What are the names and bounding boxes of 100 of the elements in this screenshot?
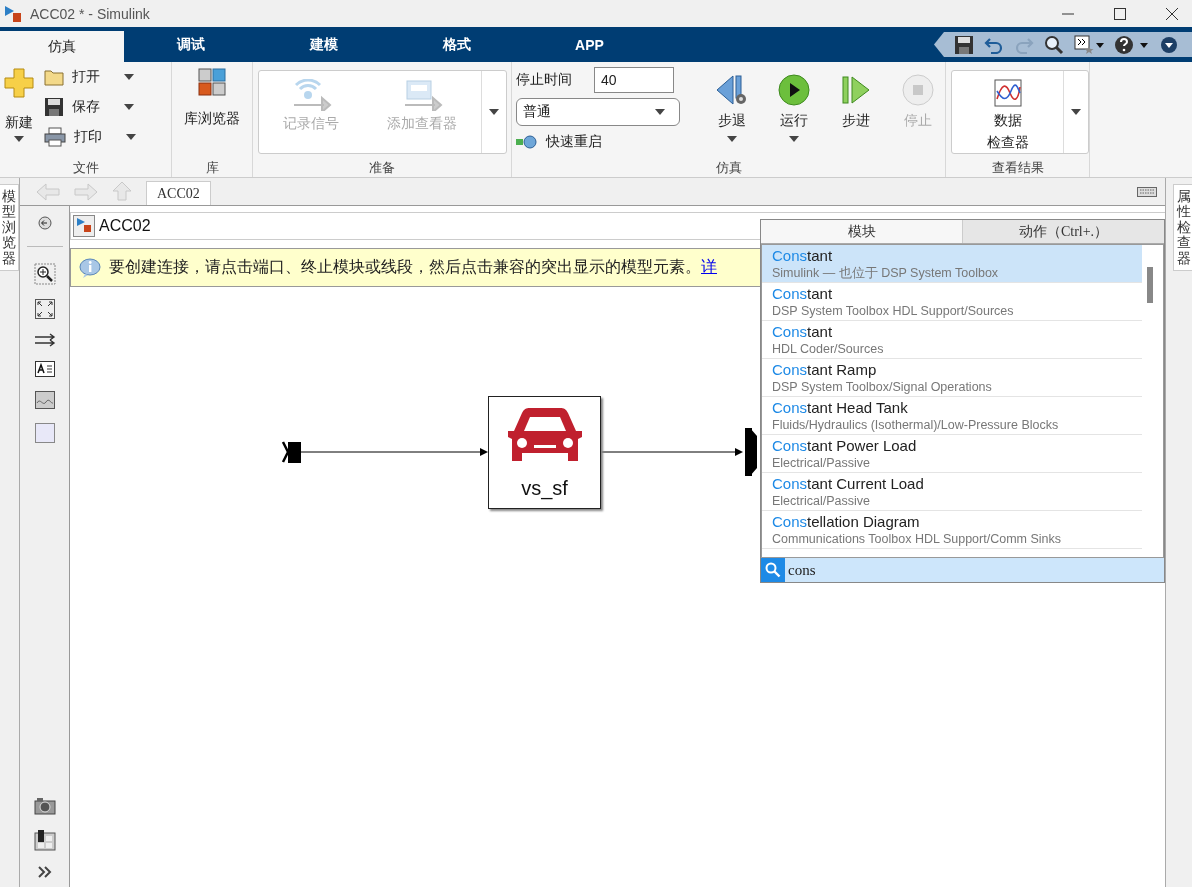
- library-browser-button[interactable]: 库浏览器: [184, 68, 240, 128]
- collapse-icon[interactable]: [1160, 35, 1178, 54]
- library-path: HDL Coder/Sources: [772, 340, 885, 357]
- result-item[interactable]: Constellation Diagram Communications Toolbox HDL Support/Comm Sinks: [762, 511, 1142, 549]
- forward-icon: [74, 183, 98, 201]
- info-icon: [79, 257, 101, 278]
- step-forward-icon[interactable]: [841, 74, 871, 106]
- caret-icon[interactable]: [124, 104, 134, 110]
- caret-icon[interactable]: [14, 136, 24, 142]
- caret-icon[interactable]: [727, 136, 737, 142]
- block-label: vs_sf: [521, 477, 568, 500]
- save-icon[interactable]: [954, 34, 974, 55]
- caret-icon[interactable]: [124, 74, 134, 80]
- menu-button[interactable]: 打开: [72, 68, 100, 86]
- sim-button[interactable]: 步进: [836, 74, 876, 142]
- sim-button[interactable]: 运行: [774, 74, 814, 142]
- block-name: Constant: [772, 284, 834, 303]
- block-name: Constant Ramp: [772, 360, 878, 379]
- shortcut-star-icon[interactable]: [1074, 34, 1104, 55]
- model-data-icon[interactable]: [33, 829, 56, 851]
- block-name: Constant: [772, 246, 834, 265]
- library-path: Fluids/Hydraulics (Isothermal)/Low-Pressure Blocks: [772, 416, 1060, 433]
- ribbon-tab[interactable]: 格式: [390, 27, 523, 62]
- details-link[interactable]: 详: [701, 258, 717, 275]
- input-port[interactable]: [281, 441, 301, 463]
- window-title: ACC02 * - Simulink: [30, 5, 151, 22]
- new-plus-icon: [4, 68, 34, 98]
- result-item[interactable]: Constant Simulink — 也位于 DSP System Toolbox: [762, 245, 1142, 283]
- menu-button[interactable]: 打印: [74, 128, 102, 146]
- close-icon[interactable]: [1166, 7, 1178, 20]
- new-button[interactable]: 新建: [4, 68, 34, 152]
- group-label: 库: [205, 161, 219, 175]
- stop-time-label: 停止时间: [516, 71, 572, 89]
- stop-icon: [902, 74, 934, 106]
- area-icon[interactable]: [34, 423, 55, 443]
- zoom-icon[interactable]: [33, 263, 56, 285]
- side-panel-tab[interactable]: 模型浏览器: [0, 184, 19, 271]
- panel-tab[interactable]: 模块: [761, 220, 962, 243]
- library-path: DSP System Toolbox HDL Support/Sources: [772, 302, 1015, 319]
- result-item[interactable]: Constant Current Load Electrical/Passive: [762, 473, 1142, 511]
- run-icon[interactable]: [778, 74, 810, 106]
- library-path: DSP System Toolbox/Signal Operations: [772, 378, 993, 395]
- redo-icon: [1014, 35, 1034, 54]
- caret-icon[interactable]: [655, 109, 665, 115]
- subsystem-block[interactable]: vs_sf: [488, 396, 601, 509]
- keyboard-icon[interactable]: [1137, 187, 1157, 197]
- dropdown-caret-icon[interactable]: [1071, 109, 1081, 115]
- menu-button[interactable]: 保存: [72, 98, 100, 116]
- ribbon-tab[interactable]: 调试: [124, 27, 257, 62]
- step-back-icon[interactable]: [715, 74, 749, 106]
- stop-time-field[interactable]: 40: [594, 67, 674, 93]
- ribbon-tab[interactable]: APP: [523, 27, 656, 62]
- result-item[interactable]: Constant DSP System Toolbox HDL Support/Sources: [762, 283, 1142, 321]
- search-field[interactable]: cons: [788, 561, 816, 579]
- dropdown-caret-icon[interactable]: [489, 109, 499, 115]
- result-item[interactable]: Constant Ramp DSP System Toolbox/Signal Operations: [762, 359, 1142, 397]
- panel-tab[interactable]: 动作（Ctrl+.）: [962, 220, 1164, 243]
- camera-icon[interactable]: [33, 797, 56, 815]
- caret-icon[interactable]: [126, 134, 136, 140]
- maximize-icon[interactable]: [1114, 7, 1126, 20]
- signal-line[interactable]: [300, 448, 488, 456]
- simulation-mode-dropdown[interactable]: 普通: [516, 98, 680, 126]
- signal-line[interactable]: [600, 448, 743, 456]
- ribbon-tab[interactable]: 建模: [257, 27, 390, 62]
- info-message: 要创建连接，请点击端口、终止模块或线段，然后点击兼容的突出显示的模型元素。详: [109, 257, 717, 277]
- breadcrumb[interactable]: ACC02: [99, 217, 151, 235]
- model-icon: [73, 215, 95, 237]
- caret-icon[interactable]: [789, 136, 799, 142]
- undo-icon[interactable]: [984, 35, 1004, 54]
- group-label: 文件: [72, 161, 99, 175]
- library-path: Electrical/Passive: [772, 492, 871, 509]
- fast-restart-button[interactable]: 快速重启: [546, 133, 602, 151]
- group-label: 仿真: [715, 161, 742, 175]
- library-path: Electrical/Passive: [772, 454, 871, 471]
- simulink-logo-icon: [4, 4, 22, 23]
- ribbon-tab[interactable]: 仿真: [0, 31, 124, 62]
- group-label: 查看结果: [991, 161, 1044, 175]
- sim-button[interactable]: 步退: [712, 74, 752, 142]
- scrollbar-thumb[interactable]: [1147, 267, 1153, 303]
- result-item[interactable]: Constant Head Tank Fluids/Hydraulics (Isothermal)/Low-Pressure Blocks: [762, 397, 1142, 435]
- fit-view-icon[interactable]: [34, 299, 55, 319]
- route-lines-icon[interactable]: [33, 333, 56, 347]
- block-name: Constant Current Load: [772, 474, 925, 493]
- side-panel-tab[interactable]: 属性检查器: [1173, 184, 1192, 271]
- library-path: Simulink — 也位于 DSP System Toolbox: [772, 264, 1000, 281]
- ribbon-button: 添加查看器: [387, 79, 457, 153]
- model-tab[interactable]: ACC02: [146, 181, 211, 205]
- back-circle-icon[interactable]: [37, 216, 52, 230]
- help-icon[interactable]: [1114, 34, 1150, 55]
- result-item[interactable]: Constant HDL Coder/Sources: [762, 321, 1142, 359]
- result-item[interactable]: Constant Power Load Electrical/Passive: [762, 435, 1142, 473]
- output-port[interactable]: [745, 428, 757, 476]
- search-icon[interactable]: [1044, 34, 1064, 55]
- image-icon[interactable]: [34, 391, 55, 409]
- fast-restart-icon[interactable]: [516, 135, 538, 149]
- printer-icon: [44, 127, 66, 147]
- annotation-icon[interactable]: [34, 361, 55, 377]
- group-label: 准备: [369, 161, 395, 175]
- expand-icon[interactable]: [36, 865, 53, 879]
- ribbon-button: 记录信号: [283, 79, 339, 153]
